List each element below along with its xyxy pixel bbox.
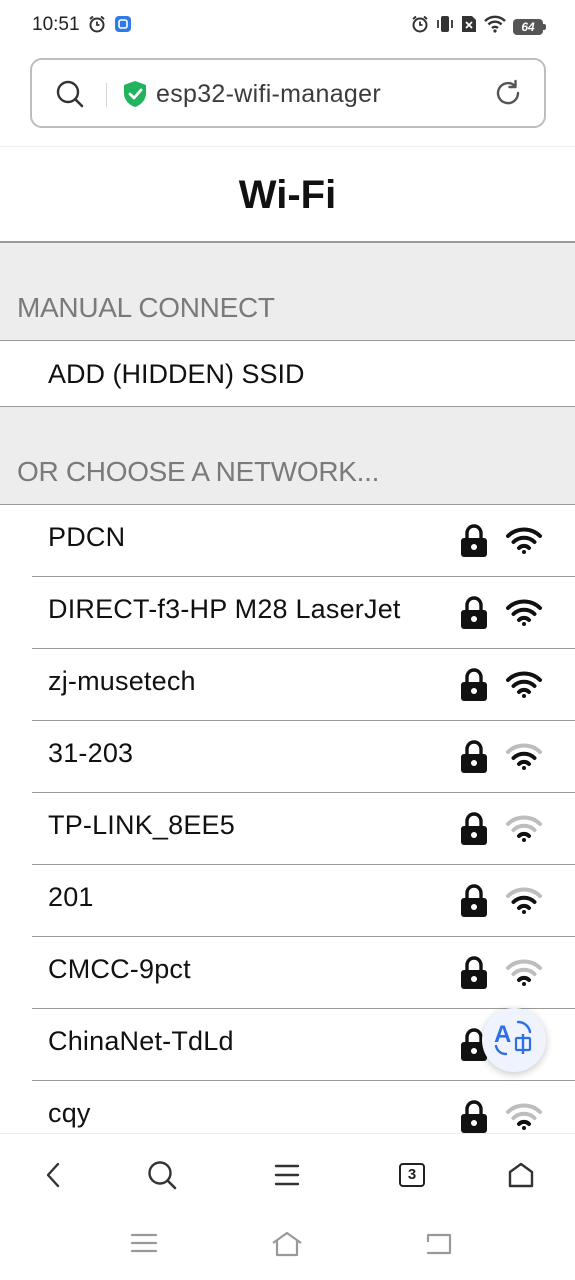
back-icon[interactable] [424, 1231, 452, 1260]
alarm-icon [411, 15, 429, 38]
page-content: Wi-Fi MANUAL CONNECT ADD (HIDDEN) SSID O… [0, 146, 575, 1133]
network-ssid: ChinaNet-TdLd [48, 1026, 234, 1056]
add-hidden-ssid-item[interactable]: ADD (HIDDEN) SSID [0, 341, 575, 407]
wifi-signal-icon [506, 527, 542, 560]
home-button[interactable] [505, 1159, 537, 1191]
lock-icon [460, 668, 488, 707]
secure-shield-icon [122, 80, 148, 113]
address-bar[interactable]: esp32-wifi-manager [30, 58, 546, 128]
manual-connect-label: MANUAL CONNECT [17, 292, 275, 323]
svg-text:A: A [494, 1021, 511, 1048]
lock-icon [460, 884, 488, 923]
network-ssid: 31-203 [48, 738, 134, 768]
address-divider [106, 83, 107, 107]
network-ssid: cqy [48, 1098, 91, 1128]
recents-icon[interactable] [130, 1231, 158, 1260]
wifi-signal-icon [506, 959, 542, 992]
status-time: 10:51 [32, 14, 80, 35]
vibrate-icon [436, 15, 454, 38]
lock-icon [460, 740, 488, 779]
lock-icon [460, 1100, 488, 1133]
network-ssid: TP-LINK_8EE5 [48, 810, 235, 840]
browser-toolbar: 3 [0, 1133, 575, 1213]
choose-network-label: OR CHOOSE A NETWORK... [17, 456, 380, 487]
wifi-signal-icon [506, 599, 542, 632]
network-ssid: 201 [48, 882, 94, 912]
alarm-icon [88, 15, 106, 38]
menu-button[interactable] [271, 1159, 303, 1191]
wifi-signal-icon [506, 1103, 542, 1133]
reload-icon[interactable] [494, 79, 522, 112]
home-icon[interactable] [271, 1231, 303, 1262]
network-ssid: CMCC-9pct [48, 954, 191, 984]
page-title: Wi-Fi [0, 147, 575, 243]
url-text[interactable]: esp32-wifi-manager [156, 80, 381, 109]
tab-count: 3 [399, 1163, 425, 1187]
translate-button[interactable]: A [482, 1008, 546, 1072]
wifi-signal-icon [506, 815, 542, 848]
no-sim-icon [461, 15, 477, 38]
network-row[interactable]: cqy [32, 1081, 575, 1133]
tabs-button[interactable]: 3 [396, 1159, 428, 1191]
wifi-signal-icon [506, 887, 542, 920]
choose-network-header: OR CHOOSE A NETWORK... [0, 407, 575, 505]
search-button[interactable] [146, 1159, 178, 1191]
status-bar: 10:51 64 [0, 0, 575, 52]
wifi-signal-icon [506, 671, 542, 704]
network-row[interactable]: 201 [32, 865, 575, 937]
network-row[interactable]: 31-203 [32, 721, 575, 793]
network-ssid: DIRECT-f3-HP M28 LaserJet [48, 594, 401, 624]
wifi-signal-icon [506, 743, 542, 776]
search-icon[interactable] [56, 80, 84, 113]
network-ssid: zj-musetech [48, 666, 196, 696]
lock-icon [460, 812, 488, 851]
lock-icon [460, 524, 488, 563]
system-nav-bar [0, 1213, 575, 1280]
network-row[interactable]: PDCN [32, 505, 575, 577]
lock-icon [460, 956, 488, 995]
manual-connect-header: MANUAL CONNECT [0, 243, 575, 341]
app-notification-icon [114, 15, 132, 38]
back-button[interactable] [38, 1159, 70, 1191]
lock-icon [460, 596, 488, 635]
network-ssid: PDCN [48, 522, 126, 552]
translate-icon: A [492, 1018, 536, 1063]
network-row[interactable]: DIRECT-f3-HP M28 LaserJet [32, 577, 575, 649]
wifi-icon [484, 15, 506, 38]
network-row[interactable]: TP-LINK_8EE5 [32, 793, 575, 865]
battery-indicator: 64 [513, 18, 546, 35]
network-row[interactable]: CMCC-9pct [32, 937, 575, 1009]
network-row[interactable]: zj-musetech [32, 649, 575, 721]
